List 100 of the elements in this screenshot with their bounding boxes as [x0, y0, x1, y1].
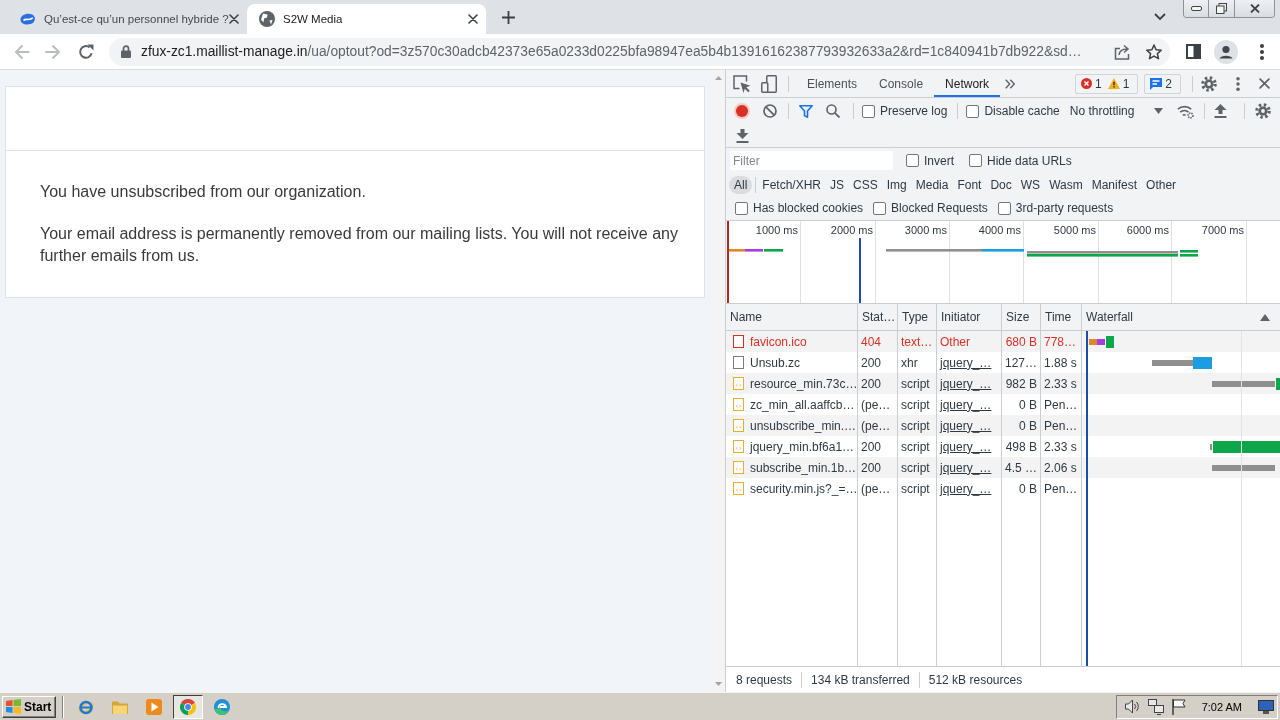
clear-icon[interactable] — [763, 104, 777, 118]
type-filter-button[interactable]: Font — [953, 175, 986, 194]
close-icon[interactable] — [1259, 78, 1270, 89]
type-filter-button[interactable]: WS — [1016, 175, 1045, 194]
checkbox-label: Hide data URLs — [987, 153, 1072, 168]
e-logo-icon[interactable] — [78, 698, 94, 715]
initiator-link[interactable]: jquery_… — [940, 418, 992, 433]
file-name[interactable]: Unsub.zc — [750, 355, 801, 370]
reload-icon[interactable] — [78, 43, 94, 60]
request-row[interactable]: favicon.ico 404 text… Other 680 B 778… — [726, 331, 1280, 352]
column-header[interactable]: Time — [1041, 304, 1082, 330]
panel-tab[interactable]: Console — [868, 70, 935, 97]
column-header[interactable]: Initiator — [937, 304, 1002, 330]
address-field[interactable]: zfux-zc1.maillist-manage.in/ua/optout?od=3z570c30adcb42373e65a0233d0225bfa98947ea5b4b13916162387793932633a2&rd=1c840941b7db922&sd… — [109, 37, 1170, 66]
status-code: (pe… — [861, 481, 891, 496]
restore-button[interactable] — [1208, 0, 1234, 17]
settings-icon[interactable] — [1201, 75, 1217, 92]
checkbox[interactable] — [997, 201, 1011, 215]
chevron-down-icon[interactable] — [1154, 13, 1166, 20]
request-row[interactable]: resource_min.73c… 200 script jquery_… 982 B 2.33 s — [726, 373, 1280, 394]
initiator-link[interactable]: jquery_… — [940, 460, 992, 475]
browser-tab[interactable]: Qu’est-ce qu’un personnel hybride ? — [8, 4, 247, 34]
panel-tab[interactable]: Elements — [796, 70, 869, 97]
type-filter-button[interactable]: Fetch/XHR — [758, 175, 826, 194]
script-file-icon — [733, 377, 744, 390]
initiator-link[interactable]: jquery_… — [940, 355, 992, 370]
removal-notice: Your email address is permanently removed from our mailing lists. You will not receive any further emails from us. — [40, 224, 679, 266]
close-window-button[interactable] — [1234, 0, 1274, 17]
close-icon[interactable] — [229, 14, 239, 24]
play-icon[interactable] — [146, 698, 162, 715]
browser-tab[interactable]: S2W Media — [247, 4, 486, 34]
request-row[interactable]: unsubscribe_min.… (pe… script jquery_… 0 B Pen… — [726, 415, 1280, 436]
issues-button[interactable]: 1 1 — [1074, 73, 1139, 94]
file-name[interactable]: unsubscribe_min.… — [750, 418, 857, 433]
type-filter-button[interactable]: All — [729, 175, 753, 194]
type-filter-button[interactable]: Img — [882, 175, 911, 194]
taskbar-button[interactable] — [173, 694, 203, 719]
type-filter-button[interactable]: JS — [826, 175, 849, 194]
request-row[interactable]: subscribe_min.1b… 200 script jquery_… 4.5 … 2.06 s — [726, 457, 1280, 478]
file-name[interactable]: subscribe_min.1b… — [750, 460, 857, 475]
type-filter-button[interactable]: Media — [911, 175, 953, 194]
swirl-logo-icon[interactable] — [214, 698, 230, 715]
logo-icon — [20, 13, 36, 25]
checkbox[interactable] — [862, 104, 875, 118]
column-header[interactable]: Size — [1002, 304, 1041, 330]
flag-icon[interactable] — [1171, 698, 1186, 715]
start-button[interactable]: Start — [2, 695, 56, 718]
network-settings-icon[interactable] — [1177, 103, 1195, 119]
settings-icon[interactable] — [1255, 103, 1272, 119]
type-filter-button[interactable]: CSS — [849, 175, 882, 194]
initiator-link[interactable]: jquery_… — [940, 376, 992, 391]
record-icon[interactable] — [734, 103, 750, 119]
checkbox[interactable] — [906, 154, 919, 167]
lock-icon[interactable] — [121, 45, 131, 58]
type-filter-button[interactable]: Wasm — [1045, 175, 1087, 194]
file-name[interactable]: resource_min.73c… — [750, 376, 858, 391]
more-tabs-icon[interactable] — [1005, 78, 1016, 89]
file-name[interactable]: jquery_min.bf6a1… — [750, 439, 855, 454]
download-icon[interactable] — [736, 128, 749, 143]
more-icon[interactable] — [1260, 43, 1264, 60]
filter-field[interactable]: Filter — [730, 151, 893, 170]
desktop-icon[interactable] — [1258, 699, 1274, 714]
star-icon[interactable] — [1146, 43, 1162, 60]
file-name[interactable]: zc_min_all.aaffcb… — [750, 397, 855, 412]
profile-icon[interactable] — [1214, 39, 1238, 64]
share-icon[interactable] — [1114, 43, 1130, 60]
file-size: 680 B — [1005, 334, 1037, 349]
close-icon[interactable] — [468, 14, 478, 24]
load-time: 2.06 s — [1044, 460, 1077, 475]
plus-icon[interactable] — [502, 11, 515, 24]
type-filter-button[interactable]: Doc — [986, 175, 1016, 194]
side-panel-icon[interactable] — [1186, 44, 1201, 59]
file-size: 0 B — [1019, 481, 1037, 496]
column-header[interactable]: Name — [726, 304, 858, 330]
minimize-button[interactable] — [1184, 0, 1208, 17]
device-icon[interactable] — [761, 74, 777, 93]
initiator-link[interactable]: jquery_… — [940, 439, 992, 454]
type-filter-button[interactable]: Manifest — [1087, 175, 1142, 194]
checkbox[interactable] — [873, 201, 887, 215]
inspect-icon[interactable] — [733, 74, 751, 93]
more-icon[interactable] — [1236, 76, 1240, 91]
upload-icon[interactable] — [1214, 104, 1228, 118]
file-name[interactable]: favicon.ico — [750, 334, 807, 349]
file-name[interactable]: security.min.js?_=… — [750, 481, 858, 496]
throttling-dropdown[interactable]: No throttling — [1069, 101, 1164, 121]
messages-button[interactable]: 2 — [1144, 73, 1181, 94]
type-filter-button[interactable]: Other — [1142, 175, 1181, 194]
filter-icon[interactable] — [799, 104, 813, 118]
checkbox[interactable] — [969, 154, 982, 167]
column-header[interactable]: Waterfall — [1082, 304, 1280, 330]
column-header[interactable]: Type — [898, 304, 937, 330]
initiator-link[interactable]: jquery_… — [940, 397, 992, 412]
clock[interactable]: 7:02 AM — [1201, 700, 1242, 713]
checkbox[interactable] — [735, 201, 748, 215]
network-icon[interactable] — [1147, 698, 1164, 715]
search-icon[interactable] — [826, 104, 840, 118]
checkbox[interactable] — [966, 104, 980, 118]
initiator-link[interactable]: jquery_… — [940, 481, 992, 496]
column-header[interactable]: Stat… — [858, 304, 898, 330]
speaker-icon[interactable] — [1124, 699, 1140, 714]
